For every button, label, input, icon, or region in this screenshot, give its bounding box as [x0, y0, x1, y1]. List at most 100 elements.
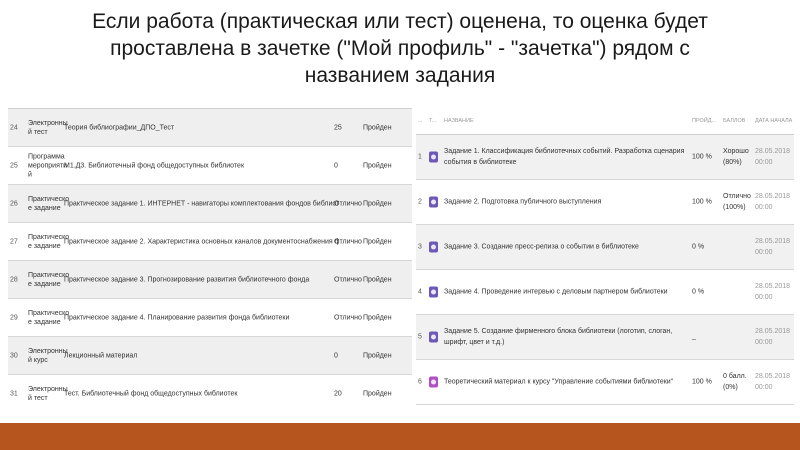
assignment-row[interactable]: 1 Задание 1. Классификация библиотечных с…: [416, 135, 794, 180]
assignment-row-start-date: 28.05.2018 00:00: [755, 328, 791, 346]
gradebook-row[interactable]: 31 Электронны й тест Тест. Библиотечный фо…: [8, 375, 412, 409]
assignment-row-name[interactable]: Теоретический материал к курсу "Управлен…: [444, 377, 689, 388]
gradebook-row[interactable]: 26 Практическо е задание Практическое зада…: [8, 185, 412, 223]
gradebook-row-name: Практическое задание 2. Характеристика о…: [64, 238, 339, 245]
slide-title-line-1: Если работа (практическая или тест) оцен…: [92, 10, 708, 33]
assignment-icon: [429, 196, 438, 208]
gradebook-row-type: Практическо е задание: [28, 309, 70, 326]
header-name[interactable]: НАЗВАНИЕ: [444, 118, 474, 124]
assignment-row-number: 2: [418, 198, 422, 206]
gradebook-row[interactable]: 30 Электронны й курс Лекционный материал 0 П…: [8, 337, 412, 375]
assignment-row-progress: 0 %: [692, 288, 705, 296]
assignment-row-name[interactable]: Задание 4. Проведение интервью с деловым…: [444, 287, 689, 298]
gradebook-row-name: Теория библиографии_ДПО_Тест: [64, 124, 175, 131]
slide-title: Если работа (практическая или тест) оцен…: [0, 8, 800, 89]
assignment-row-grade: Хорошо (80%): [723, 148, 749, 166]
assignment-icon: [429, 241, 438, 253]
gradebook-row-status: Пройден: [363, 352, 392, 359]
assignment-row[interactable]: 4 Задание 4. Проведение интервью с деловы…: [416, 270, 794, 315]
assignment-row-number: 6: [418, 378, 422, 386]
slide-title-line-2: проставлена в зачетке ("Мой профиль" - "…: [110, 37, 690, 60]
assignment-row[interactable]: 5 Задание 5. Создание фирменного блока би…: [416, 315, 794, 360]
gradebook-row-score: 0: [334, 162, 338, 169]
assignment-row-number: 4: [418, 288, 422, 296]
assignment-row-name[interactable]: Задание 2. Подготовка публичного выступл…: [444, 197, 689, 208]
assignment-row-start-date: 28.05.2018 00:00: [755, 373, 791, 391]
gradebook-row-score: 20: [334, 390, 342, 397]
assignment-row-progress: 100 %: [692, 153, 712, 161]
gradebook-row-status: Пройден: [363, 276, 392, 283]
gradebook-row-type: Электронны й курс: [28, 347, 68, 364]
assignment-row-start-date: 28.05.2018 00:00: [755, 148, 791, 166]
gradebook-row-number: 28: [10, 276, 18, 283]
assignment-icon: [429, 151, 438, 163]
gradebook-row[interactable]: 24 Электронны й тест Теория библиографии_Д…: [8, 109, 412, 147]
assignment-row[interactable]: 3 Задание 3. Создание пресс-релиза о собы…: [416, 225, 794, 270]
gradebook-row-name: Лекционный материал: [64, 352, 138, 359]
gradebook-row-type: Практическо е задание: [28, 195, 70, 212]
header-type[interactable]: Т...: [429, 118, 436, 124]
gradebook-row-number: 30: [10, 352, 18, 359]
gradebook-row-number: 27: [10, 238, 18, 245]
assignment-row-progress: _: [692, 333, 696, 341]
gradebook-row-name: Практическое задание 3. Прогнозирование …: [64, 276, 310, 283]
gradebook-row-status: Пройден: [363, 162, 392, 169]
gradebook-row-score: Отлично: [334, 276, 362, 283]
assignment-icon: [429, 331, 438, 343]
gradebook-row-type: Практическо е задание: [28, 233, 70, 250]
course-assignments-table: ... Т... НАЗВАНИЕ ПРОЙД... БАЛЛОВ ДАТА Н…: [416, 108, 794, 408]
material-icon: [429, 376, 438, 388]
gradebook-row-status: Пройден: [363, 390, 392, 397]
gradebook-row-name: М1.Д3. Библиотечный фонд общедоступных б…: [64, 162, 245, 169]
assignment-row-progress: 100 %: [692, 198, 712, 206]
gradebook-row-name: Практическое задание 1. ИНТЕРНЕТ - навиг…: [64, 200, 339, 207]
assignment-row-name[interactable]: Задание 1. Классификация библиотечных со…: [444, 146, 689, 168]
gradebook-table: 24 Электронны й тест Теория библиографии_Д…: [8, 108, 412, 409]
gradebook-row-score: 25: [334, 124, 342, 131]
gradebook-row-type: Электронны й тест: [28, 385, 68, 402]
assignment-icon: [429, 286, 438, 298]
slide-bottom-bar: [0, 423, 800, 450]
assignment-row-start-date: 28.05.2018 00:00: [755, 238, 791, 256]
assignment-row-grade: Отлично (100%): [723, 193, 751, 211]
assignment-row[interactable]: 2 Задание 2. Подготовка публичного выступ…: [416, 180, 794, 225]
gradebook-row-status: Пройден: [363, 314, 392, 321]
assignment-row-name[interactable]: Задание 5. Создание фирменного блока биб…: [444, 326, 689, 348]
gradebook-row-number: 31: [10, 390, 18, 397]
gradebook-row-number: 25: [10, 162, 18, 169]
header-start-date[interactable]: ДАТА НАЧАЛА: [755, 118, 792, 124]
gradebook-row-number: 24: [10, 124, 18, 131]
assignment-row-progress: 100 %: [692, 378, 712, 386]
gradebook-row-name: Тест. Библиотечный фонд общедоступных би…: [64, 390, 238, 397]
header-num[interactable]: ...: [418, 118, 423, 124]
header-score[interactable]: БАЛЛОВ: [723, 118, 745, 124]
gradebook-row[interactable]: 28 Практическо е задание Практическое зада…: [8, 261, 412, 299]
slide-title-line-3: названием задания: [304, 64, 496, 87]
assignments-table-header: ... Т... НАЗВАНИЕ ПРОЙД... БАЛЛОВ ДАТА Н…: [416, 108, 794, 135]
gradebook-row[interactable]: 27 Практическо е задание Практическое зада…: [8, 223, 412, 261]
gradebook-row-status: Пройден: [363, 200, 392, 207]
assignment-row-number: 5: [418, 333, 422, 341]
gradebook-row-name: Практическое задание 4. Планирование раз…: [64, 314, 290, 321]
gradebook-row-type: Программа мероприяти й: [28, 153, 67, 178]
assignment-row-grade: 0 балл. (0%): [723, 373, 747, 391]
gradebook-row[interactable]: 25 Программа мероприяти й М1.Д3. Библиотеч…: [8, 147, 412, 185]
gradebook-row-score: 0: [334, 352, 338, 359]
assignment-row-name[interactable]: Задание 3. Создание пресс-релиза о событ…: [444, 242, 689, 253]
assignment-row-start-date: 28.05.2018 00:00: [755, 283, 791, 301]
gradebook-row-number: 29: [10, 314, 18, 321]
assignment-row[interactable]: 6 Теоретический материал к курсу "Управле…: [416, 360, 794, 405]
assignment-row-number: 1: [418, 153, 422, 161]
assignment-row-start-date: 28.05.2018 00:00: [755, 193, 791, 211]
gradebook-row-status: Пройден: [363, 124, 392, 131]
header-progress[interactable]: ПРОЙД...: [692, 118, 716, 124]
gradebook-row-score: Отлично: [334, 238, 362, 245]
gradebook-row-score: Отлично: [334, 200, 362, 207]
gradebook-row[interactable]: 29 Практическо е задание Практическое зада…: [8, 299, 412, 337]
gradebook-row-number: 26: [10, 200, 18, 207]
gradebook-row-type: Практическо е задание: [28, 271, 70, 288]
assignment-row-progress: 0 %: [692, 243, 705, 251]
gradebook-row-status: Пройден: [363, 238, 392, 245]
gradebook-row-type: Электронны й тест: [28, 119, 68, 136]
assignment-row-number: 3: [418, 243, 422, 251]
